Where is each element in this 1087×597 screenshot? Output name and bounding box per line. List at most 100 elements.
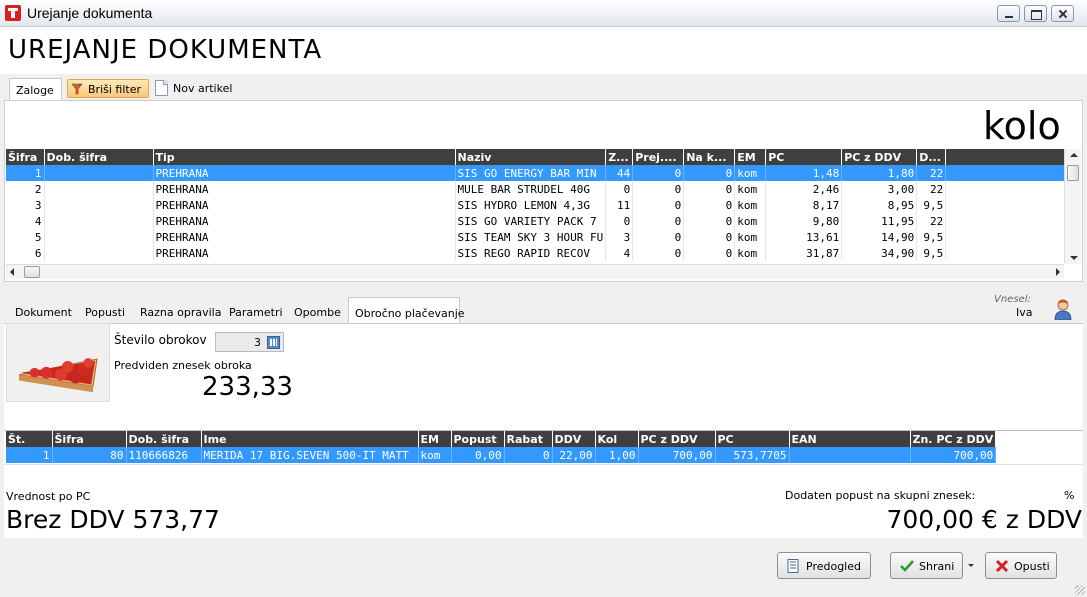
table-row[interactable]: 1 80 110666826 MERIDA 17 BIG.SEVEN 500-I…: [6, 447, 997, 463]
cell: 22: [916, 165, 947, 181]
col-header[interactable]: PC z DDV: [638, 431, 716, 447]
cell: 5: [6, 229, 45, 245]
col-header[interactable]: PC z DDV: [841, 149, 918, 165]
horizontal-scrollbar[interactable]: [6, 264, 1064, 279]
cancel-icon: [995, 559, 1009, 573]
cell: kom: [734, 229, 767, 245]
tab-dokument[interactable]: Dokument: [15, 297, 72, 323]
col-header[interactable]: Kol: [595, 431, 639, 447]
col-header[interactable]: Tip: [153, 149, 456, 165]
cell: 0: [605, 213, 634, 229]
tab-parametri[interactable]: Parametri: [229, 297, 283, 323]
col-header[interactable]: Z...: [605, 149, 634, 165]
document-icon: [155, 80, 168, 96]
cell: 44: [605, 165, 634, 181]
cell: 1,48: [765, 165, 843, 181]
calculator-icon[interactable]: [267, 336, 280, 349]
cell: 0: [504, 447, 553, 463]
col-header[interactable]: Popust: [451, 431, 505, 447]
cell: 80: [52, 447, 127, 463]
cell: 0: [632, 229, 685, 245]
installments-count-input[interactable]: 3: [215, 332, 284, 352]
cancel-button[interactable]: Opusti: [985, 552, 1057, 579]
cell: 4: [6, 213, 45, 229]
tab-opombe[interactable]: Opombe: [294, 297, 341, 323]
col-header[interactable]: EM: [734, 149, 767, 165]
cell-filler: [945, 197, 1069, 213]
cell: 0: [632, 197, 685, 213]
resize-grip[interactable]: [1075, 585, 1085, 595]
preview-icon: [787, 559, 799, 573]
cell: kom: [734, 213, 767, 229]
col-header[interactable]: DDV: [552, 431, 596, 447]
table-row[interactable]: 3 PREHRANA SIS HYDRO LEMON 4,3G 11 0 0 k…: [6, 197, 1069, 213]
col-header[interactable]: Št.: [6, 431, 53, 447]
tab-razna-opravila[interactable]: Razna opravila: [140, 297, 221, 323]
table-row[interactable]: 5 PREHRANA SIS TEAM SKY 3 HOUR FU 3 0 0 …: [6, 229, 1069, 245]
scroll-thumb[interactable]: [1067, 165, 1079, 181]
new-article-label: Nov artikel: [173, 82, 233, 95]
cell: 1: [6, 165, 45, 181]
scroll-right-icon[interactable]: [1056, 268, 1060, 276]
col-header[interactable]: Naziv: [455, 149, 607, 165]
col-header[interactable]: Zn. PC z DDV: [910, 431, 997, 447]
col-header[interactable]: Ime: [201, 431, 419, 447]
cell-filler: [945, 229, 1069, 245]
vertical-scrollbar[interactable]: [1064, 149, 1081, 264]
tab-popusti[interactable]: Popusti: [85, 297, 125, 323]
page-title: UREJANJE DOKUMENTA: [8, 35, 323, 65]
search-term[interactable]: kolo: [983, 104, 1061, 148]
maximize-button[interactable]: [1024, 5, 1047, 22]
tab-obrocno-placevanje[interactable]: Obročno plačevanje: [348, 297, 465, 323]
cell: 22,00: [552, 447, 596, 463]
tab-zaloge[interactable]: Zaloge: [9, 78, 62, 100]
preview-label: Predogled: [806, 560, 861, 573]
scroll-up-icon[interactable]: [1070, 153, 1078, 157]
col-header[interactable]: PC: [715, 431, 790, 447]
cell: 31,87: [765, 245, 843, 261]
save-options-dropdown[interactable]: [965, 560, 979, 572]
col-header[interactable]: Rabat: [504, 431, 553, 447]
col-header[interactable]: Na k...: [683, 149, 736, 165]
save-label: Shrani: [919, 560, 955, 573]
col-header[interactable]: PC: [765, 149, 843, 165]
cell: 3: [605, 229, 634, 245]
cell: 9,5: [916, 229, 947, 245]
value-without-vat: Brez DDV 573,77: [6, 505, 220, 534]
installments-count-value: 3: [254, 336, 261, 349]
cell: PREHRANA: [153, 165, 456, 181]
window-title: Urejanje dokumenta: [27, 5, 153, 21]
cell: 3: [6, 197, 45, 213]
vnesel-label: Vnesel:: [994, 294, 1031, 305]
close-button[interactable]: [1051, 5, 1074, 22]
divider: [4, 464, 1083, 465]
cell: MULE BAR STRUDEL 40G: [455, 181, 607, 197]
col-header[interactable]: EM: [418, 431, 452, 447]
cell: SIS GO ENERGY BAR MIN: [455, 165, 607, 181]
cell: 1: [6, 447, 53, 463]
scroll-thumb[interactable]: [24, 266, 40, 278]
table-row[interactable]: 1 PREHRANA SIS GO ENERGY BAR MIN 44 0 0 …: [6, 165, 1069, 181]
preview-button[interactable]: Predogled: [777, 552, 871, 579]
cell: PREHRANA: [153, 197, 456, 213]
col-header[interactable]: Dob. šifra: [126, 431, 202, 447]
save-button[interactable]: Shrani: [890, 552, 963, 579]
col-header[interactable]: Prej....: [632, 149, 685, 165]
scroll-down-icon[interactable]: [1070, 256, 1078, 260]
col-header[interactable]: Šifra: [52, 431, 127, 447]
col-header[interactable]: EAN: [789, 431, 911, 447]
col-header[interactable]: Dob. šifra: [44, 149, 154, 165]
table-row[interactable]: 2 PREHRANA MULE BAR STRUDEL 40G 0 0 0 ko…: [6, 181, 1069, 197]
minimize-button[interactable]: [997, 5, 1020, 22]
cell: PREHRANA: [153, 181, 456, 197]
items-table-header: Št. Šifra Dob. šifra Ime EM Popust Rabat…: [6, 431, 997, 447]
table-row[interactable]: 6 PREHRANA SIS REGO RAPID RECOV 4 0 0 ko…: [6, 245, 1069, 261]
col-header[interactable]: Šifra: [6, 149, 45, 165]
vnesel-value: Iva: [1016, 306, 1033, 319]
app-icon: [5, 5, 21, 21]
clear-filter-button[interactable]: Briši filter: [67, 79, 149, 98]
col-header[interactable]: D...: [916, 149, 947, 165]
scroll-left-icon[interactable]: [10, 268, 14, 276]
cell: [44, 197, 154, 213]
table-row[interactable]: 4 PREHRANA SIS GO VARIETY PACK 7 0 0 0 k…: [6, 213, 1069, 229]
